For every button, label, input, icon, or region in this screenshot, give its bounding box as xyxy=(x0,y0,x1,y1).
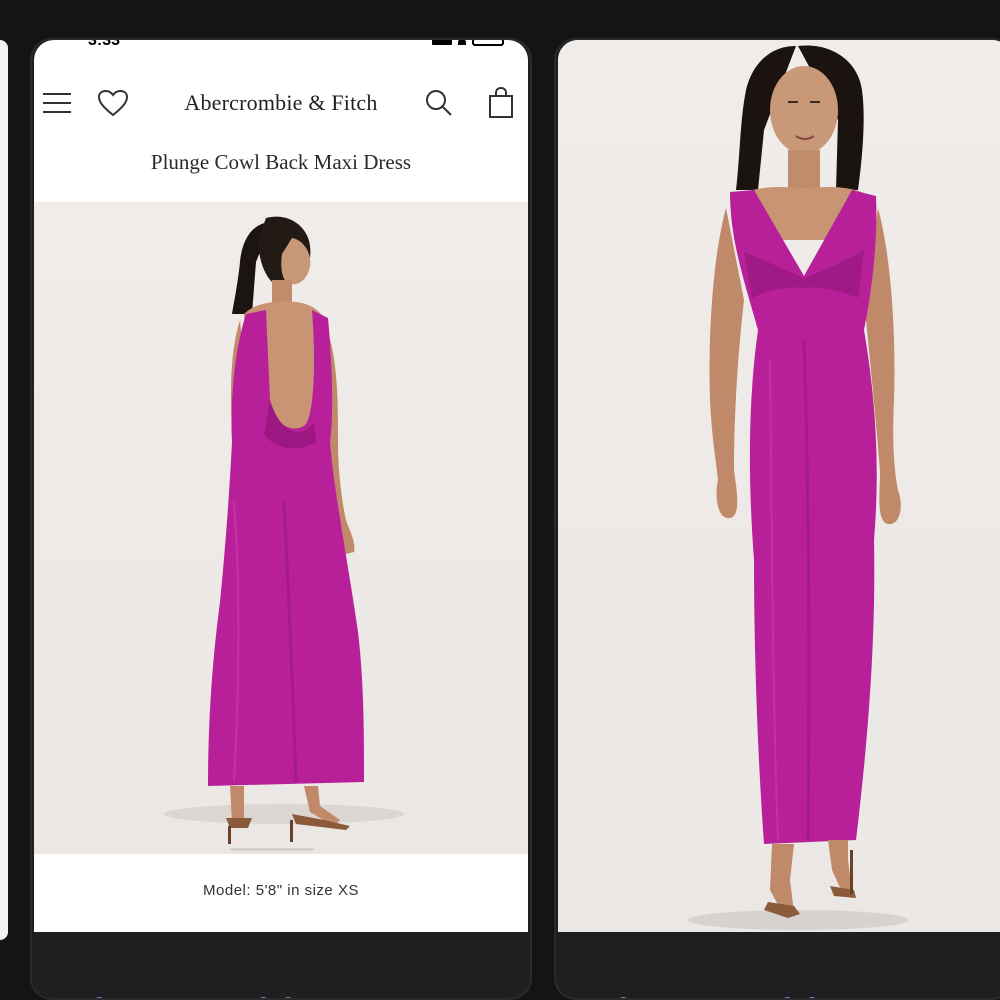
product-photo-back-view[interactable] xyxy=(34,202,528,854)
bag-icon[interactable] xyxy=(484,87,518,118)
product-title: Plunge Cowl Back Maxi Dress xyxy=(150,150,412,174)
status-time: 3:33 xyxy=(88,40,121,49)
phone-card-front-view: Abercrombie & xyxy=(554,38,1000,1000)
product-photo-front-view[interactable] xyxy=(558,40,1000,932)
screenshot-collage: 3:33 Abercrombie & Fitch Plunge Cowl Bac… xyxy=(0,0,1000,1000)
phone-card-product-page: 3:33 Abercrombie & Fitch Plunge Cowl Bac… xyxy=(30,38,532,1000)
bottom-link-text[interactable]: Abercrombie & xyxy=(66,992,362,998)
status-bar: 3:33 xyxy=(34,40,528,64)
status-icons xyxy=(432,40,504,46)
wifi-icon xyxy=(458,40,466,45)
bottom-link-text-2[interactable]: Abercrombie & xyxy=(590,992,886,998)
signal-icon xyxy=(432,40,452,45)
battery-icon xyxy=(472,40,504,46)
product-page-screen: 3:33 Abercrombie & Fitch Plunge Cowl Bac… xyxy=(34,40,528,932)
front-view-screen xyxy=(558,40,1000,932)
image-pager-indicator[interactable] xyxy=(230,848,314,851)
model-size-caption: Model: 5'8" in size XS xyxy=(203,882,359,899)
search-icon[interactable] xyxy=(422,88,456,118)
previous-card-edge xyxy=(0,40,8,940)
